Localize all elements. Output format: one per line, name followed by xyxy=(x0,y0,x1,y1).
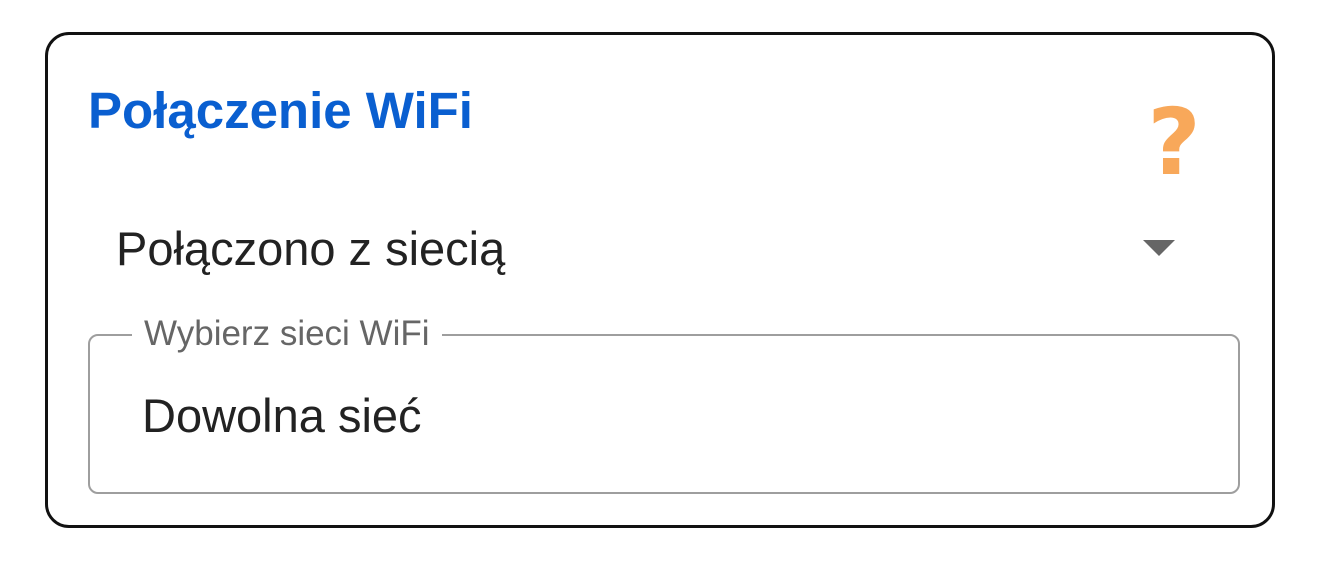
wifi-network-value: Dowolna sieć xyxy=(142,389,422,442)
help-question-icon[interactable]: ? xyxy=(1146,97,1202,189)
connection-status-value: Połączono z siecią xyxy=(116,222,506,275)
card-title: Połączenie WiFi xyxy=(88,82,473,139)
chevron-down-icon xyxy=(1143,240,1175,256)
connection-status-dropdown[interactable]: Połączono z siecią xyxy=(88,211,1198,283)
wifi-connection-card: Połączenie WiFi ? Połączono z siecią Wyb… xyxy=(45,32,1275,528)
wifi-network-label: Wybierz sieci WiFi xyxy=(132,314,442,354)
wifi-network-select[interactable]: Wybierz sieci WiFi Dowolna sieć xyxy=(88,314,1240,494)
